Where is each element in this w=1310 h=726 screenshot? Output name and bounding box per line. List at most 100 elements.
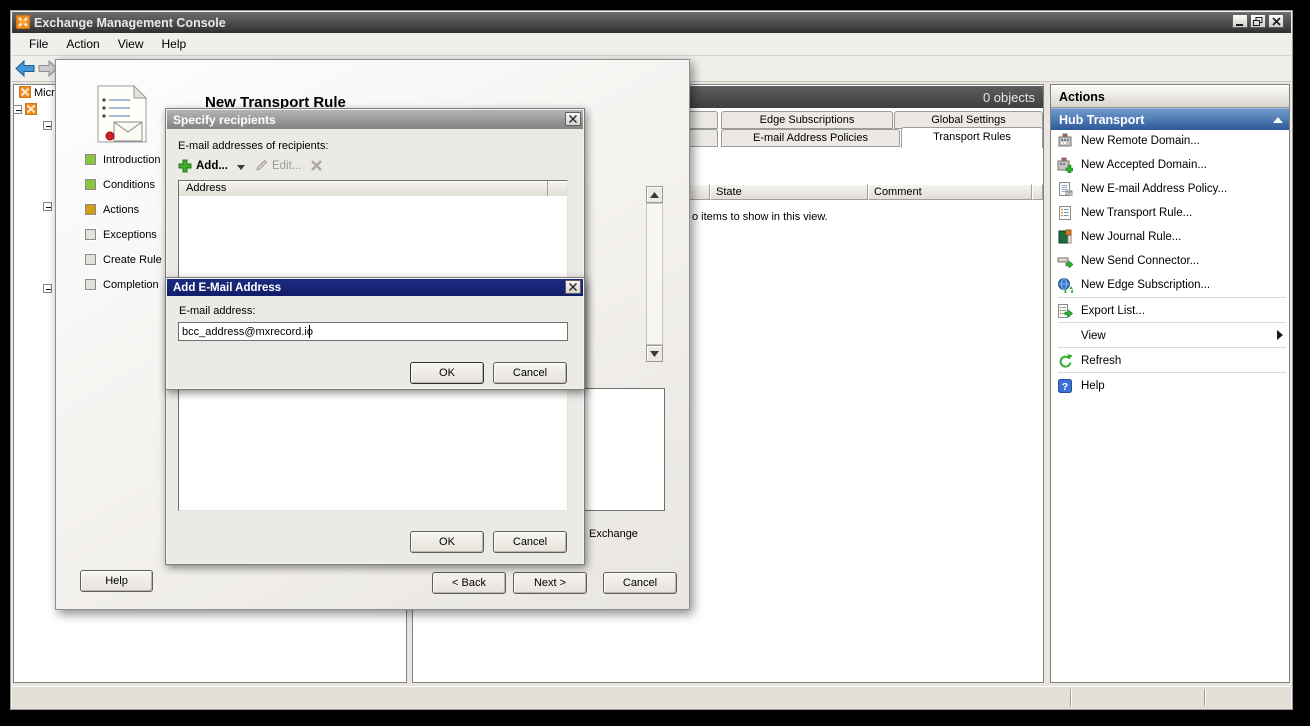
tree-expander-icon[interactable] bbox=[43, 284, 52, 293]
collapse-arrow-icon[interactable] bbox=[1273, 117, 1283, 123]
scroll-down-icon bbox=[650, 351, 659, 357]
scroll-down-button[interactable] bbox=[646, 345, 663, 362]
actions-separator bbox=[1058, 372, 1286, 373]
tree-expander-icon[interactable] bbox=[43, 202, 52, 211]
send-connector-icon bbox=[1057, 253, 1073, 269]
specify-recipients-title: Specify recipients bbox=[173, 113, 276, 127]
recipients-list-header: Address bbox=[179, 181, 567, 196]
address-column-header[interactable]: Address bbox=[179, 181, 548, 196]
export-list-icon bbox=[1057, 303, 1073, 319]
tree-node-exchange-icon bbox=[25, 103, 37, 115]
action-new-transport-rule[interactable]: New Transport Rule... bbox=[1057, 201, 1285, 225]
hub-transport-title: Hub Transport bbox=[1059, 113, 1144, 127]
remote-domain-icon bbox=[1057, 133, 1073, 149]
close-icon bbox=[569, 283, 577, 291]
step-pending-icon bbox=[85, 279, 96, 290]
recipients-ok-button[interactable]: OK bbox=[410, 531, 484, 553]
journal-rule-icon bbox=[1057, 229, 1073, 245]
step-pending-icon bbox=[85, 229, 96, 240]
edge-subscription-icon bbox=[1057, 277, 1073, 293]
wizard-step-exceptions: Exceptions bbox=[103, 229, 157, 242]
tree-expander-icon[interactable] bbox=[43, 121, 52, 130]
actions-separator bbox=[1058, 347, 1286, 348]
scroll-track[interactable] bbox=[646, 203, 663, 345]
window-title: Exchange Management Console bbox=[34, 16, 226, 30]
wizard-background-text: Exchange bbox=[589, 528, 638, 541]
tree-root-label[interactable]: Micr bbox=[34, 87, 55, 100]
action-new-accepted-domain[interactable]: New Accepted Domain... bbox=[1057, 153, 1285, 177]
tab-edge-subscriptions[interactable]: Edge Subscriptions bbox=[721, 111, 893, 129]
tab-transport-rules[interactable]: Transport Rules bbox=[901, 127, 1043, 148]
column-header-comment[interactable]: Comment bbox=[868, 184, 1032, 200]
transport-rule-icon bbox=[1057, 205, 1073, 221]
edit-button[interactable]: Edit... bbox=[272, 160, 301, 172]
action-new-email-address-policy[interactable]: New E-mail Address Policy... bbox=[1057, 177, 1285, 201]
action-help[interactable]: ? Help bbox=[1057, 374, 1285, 397]
status-bar bbox=[12, 686, 1291, 709]
step-done-icon bbox=[85, 179, 96, 190]
screen: Exchange Management Console File Action … bbox=[0, 0, 1310, 726]
restore-button[interactable] bbox=[1250, 14, 1266, 28]
hub-transport-group-header[interactable]: Hub Transport bbox=[1051, 108, 1289, 130]
action-new-send-connector[interactable]: New Send Connector... bbox=[1057, 249, 1285, 273]
minimize-button[interactable] bbox=[1232, 14, 1248, 28]
status-divider bbox=[1204, 689, 1205, 706]
wizard-back-button[interactable]: < Back bbox=[432, 572, 506, 594]
add-dropdown-caret-icon[interactable] bbox=[237, 165, 245, 170]
edit-pencil-icon bbox=[255, 159, 269, 172]
menu-bar: File Action View Help bbox=[12, 33, 1291, 56]
wizard-step-actions: Actions bbox=[103, 204, 139, 217]
status-divider bbox=[1070, 689, 1071, 706]
column-header-state[interactable]: State bbox=[710, 184, 868, 200]
column-header-filler bbox=[1032, 184, 1043, 200]
action-export-list[interactable]: Export List... bbox=[1057, 299, 1285, 322]
close-button[interactable] bbox=[1268, 14, 1284, 28]
help-icon: ? bbox=[1057, 378, 1073, 394]
refresh-icon bbox=[1057, 353, 1073, 369]
accepted-domain-icon bbox=[1057, 157, 1073, 173]
menu-file[interactable]: File bbox=[20, 33, 57, 55]
add-email-cancel-button[interactable]: Cancel bbox=[493, 362, 567, 384]
tree-expander-icon[interactable] bbox=[13, 105, 22, 114]
actions-separator bbox=[1058, 322, 1286, 323]
wizard-next-button[interactable]: Next > bbox=[513, 572, 587, 594]
close-icon bbox=[1272, 17, 1281, 26]
empty-list-text: o items to show in this view. bbox=[692, 211, 828, 224]
action-new-edge-subscription[interactable]: New Edge Subscription... bbox=[1057, 273, 1285, 297]
svg-text:?: ? bbox=[1062, 381, 1068, 393]
action-refresh[interactable]: Refresh bbox=[1057, 349, 1285, 372]
add-button[interactable]: Add... bbox=[196, 160, 228, 172]
add-email-close-button[interactable] bbox=[565, 280, 581, 294]
back-button[interactable] bbox=[15, 60, 35, 77]
menu-action[interactable]: Action bbox=[57, 33, 108, 55]
wizard-help-button[interactable]: Help bbox=[80, 570, 153, 592]
actions-separator bbox=[1058, 297, 1286, 298]
wizard-step-completion: Completion bbox=[103, 279, 159, 292]
window-titlebar: Exchange Management Console bbox=[12, 12, 1291, 33]
scroll-up-icon bbox=[650, 192, 659, 198]
wizard-cancel-button[interactable]: Cancel bbox=[603, 572, 677, 594]
filler-column-header bbox=[548, 181, 567, 196]
action-view[interactable]: View bbox=[1057, 324, 1285, 347]
specify-recipients-titlebar: Specify recipients bbox=[167, 110, 583, 129]
submenu-arrow-icon bbox=[1277, 330, 1283, 340]
objects-count: 0 objects bbox=[983, 90, 1035, 105]
scroll-up-button[interactable] bbox=[646, 186, 663, 203]
email-address-input[interactable] bbox=[178, 322, 568, 341]
menu-help[interactable]: Help bbox=[153, 33, 196, 55]
wizard-step-create-rule: Create Rule bbox=[103, 254, 162, 267]
tab-email-address-policies[interactable]: E-mail Address Policies bbox=[721, 129, 900, 147]
text-caret bbox=[309, 325, 310, 338]
menu-view[interactable]: View bbox=[109, 33, 153, 55]
actions-pane-title: Actions bbox=[1059, 90, 1105, 104]
step-current-icon bbox=[85, 204, 96, 215]
add-plus-icon[interactable] bbox=[178, 159, 192, 173]
delete-x-icon[interactable] bbox=[310, 159, 323, 172]
add-email-ok-button[interactable]: OK bbox=[410, 362, 484, 384]
action-new-journal-rule[interactable]: New Journal Rule... bbox=[1057, 225, 1285, 249]
action-new-remote-domain[interactable]: New Remote Domain... bbox=[1057, 129, 1285, 153]
wizard-step-conditions: Conditions bbox=[103, 179, 155, 192]
specify-recipients-close-button[interactable] bbox=[565, 112, 581, 126]
minimize-icon bbox=[1235, 17, 1245, 26]
recipients-cancel-button[interactable]: Cancel bbox=[493, 531, 567, 553]
